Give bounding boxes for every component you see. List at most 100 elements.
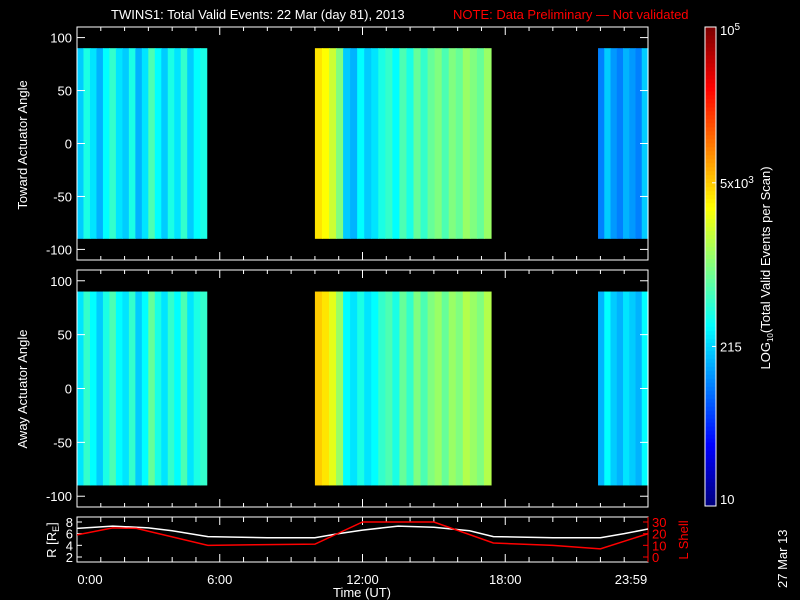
heatmap-column <box>610 291 618 486</box>
colorbar-step <box>705 306 716 311</box>
colorbar-step <box>705 362 716 367</box>
colorbar-step <box>705 186 716 192</box>
heatmap-column <box>616 291 624 486</box>
heatmap-column <box>420 291 429 486</box>
heatmap-column <box>462 48 471 239</box>
heatmap-column <box>200 291 208 486</box>
heatmap-column <box>399 48 408 239</box>
heatmap-column <box>371 291 379 486</box>
heatmap-column <box>616 48 624 239</box>
colorbar-step <box>705 406 716 411</box>
colorbar-step <box>705 54 716 60</box>
heatmap-column <box>128 291 136 486</box>
heatmap-column <box>629 48 637 239</box>
colorbar-step <box>705 122 716 128</box>
colorbar-tick-label: 10 <box>720 492 734 507</box>
heatmap-column <box>148 291 156 486</box>
ytick-label: -50 <box>53 189 72 204</box>
heatmap-column <box>193 291 201 486</box>
colorbar-step <box>705 102 716 108</box>
colorbar-step <box>705 494 716 499</box>
heatmap-column <box>392 48 401 239</box>
colorbar-step <box>705 446 716 451</box>
ytick-label: 100 <box>50 31 72 46</box>
colorbar-step <box>705 150 716 156</box>
colorbar-step <box>705 202 716 208</box>
colorbar-step <box>705 42 716 48</box>
colorbar-step <box>705 438 716 443</box>
heatmap-column <box>371 48 379 239</box>
heatmap-column <box>89 291 98 486</box>
ytick-label: -100 <box>46 242 72 257</box>
heatmap-column <box>483 48 492 239</box>
colorbar-step <box>705 94 716 100</box>
colorbar-step <box>705 34 716 40</box>
tick-exponent: 3 <box>748 175 754 186</box>
colorbar-step <box>705 130 716 136</box>
ytick-label: 0 <box>65 137 72 152</box>
colorbar-step <box>705 334 716 339</box>
colorbar-step <box>705 298 716 303</box>
colorbar-step <box>705 322 716 327</box>
heatmap-column <box>598 48 605 239</box>
heatmap-column <box>115 291 123 486</box>
heatmap-column <box>357 48 365 239</box>
heatmap-column <box>200 48 208 239</box>
colorbar-step <box>705 310 716 315</box>
ytick-label: 50 <box>58 328 72 343</box>
colorbar-step <box>705 230 716 236</box>
lshell-ylabel: L Shell <box>676 520 691 559</box>
heatmap-column <box>336 291 344 486</box>
heatmap-column <box>161 48 169 239</box>
heatmap-column <box>343 48 351 239</box>
colorbar-step <box>705 162 716 168</box>
tick-mantissa: 5x10 <box>720 176 748 191</box>
colorbar-tick-label: 105 <box>720 22 740 38</box>
orbit-panel: 0:00 6:00 12:00 18:00 23:5986423020100 <box>66 515 667 587</box>
preliminary-note: NOTE: Data Preliminary — Not validated <box>453 7 689 22</box>
heatmap-column <box>406 48 415 239</box>
colorbar-step <box>705 194 716 200</box>
heatmap-column <box>115 48 123 239</box>
heatmap-column <box>427 48 436 239</box>
heatmap-column <box>89 48 98 239</box>
colorbar-step <box>705 470 716 475</box>
heatmap-column <box>385 48 393 239</box>
heatmap-column <box>321 48 330 239</box>
colorbar-step <box>705 422 716 427</box>
tick-mantissa: 10 <box>720 23 734 38</box>
colorbar-tick-label: 5x103 <box>720 175 754 191</box>
heatmap-column <box>441 291 450 486</box>
heatmap-column <box>483 291 492 486</box>
heatmap-column <box>378 48 386 239</box>
xtick-label: 6:00 <box>207 572 232 587</box>
colorbar-step <box>705 330 716 335</box>
colorbar-step <box>705 27 716 32</box>
colorbar-step <box>705 346 716 351</box>
heatmap-column <box>610 48 618 239</box>
ytick-label: 0 <box>65 382 72 397</box>
heatmap-column <box>448 291 457 486</box>
heatmap-column <box>167 48 175 239</box>
colorbar-step <box>705 386 716 391</box>
heatmap-column <box>329 291 337 486</box>
heatmap-column <box>135 291 143 486</box>
colorbar-step <box>705 82 716 88</box>
heatmap-column <box>364 291 372 486</box>
heatmap-column <box>329 48 337 239</box>
heatmap-column <box>448 48 457 239</box>
heatmap-column <box>413 291 422 486</box>
colorbar-step <box>705 262 716 267</box>
colorbar-step <box>705 282 716 287</box>
colorbar-label: LOG10(Total Valid Events per Scan) <box>758 166 775 369</box>
colorbar-step <box>705 410 716 415</box>
heatmap-column <box>378 291 386 486</box>
colorbar-step <box>705 454 716 459</box>
colorbar-step <box>705 246 716 252</box>
colorbar-step <box>705 142 716 148</box>
colorbar-step <box>705 30 716 36</box>
heatmap-column <box>314 291 323 486</box>
ytick-left-label: 2 <box>66 550 73 565</box>
colorbar-step <box>705 350 716 355</box>
heatmap-column <box>420 48 429 239</box>
